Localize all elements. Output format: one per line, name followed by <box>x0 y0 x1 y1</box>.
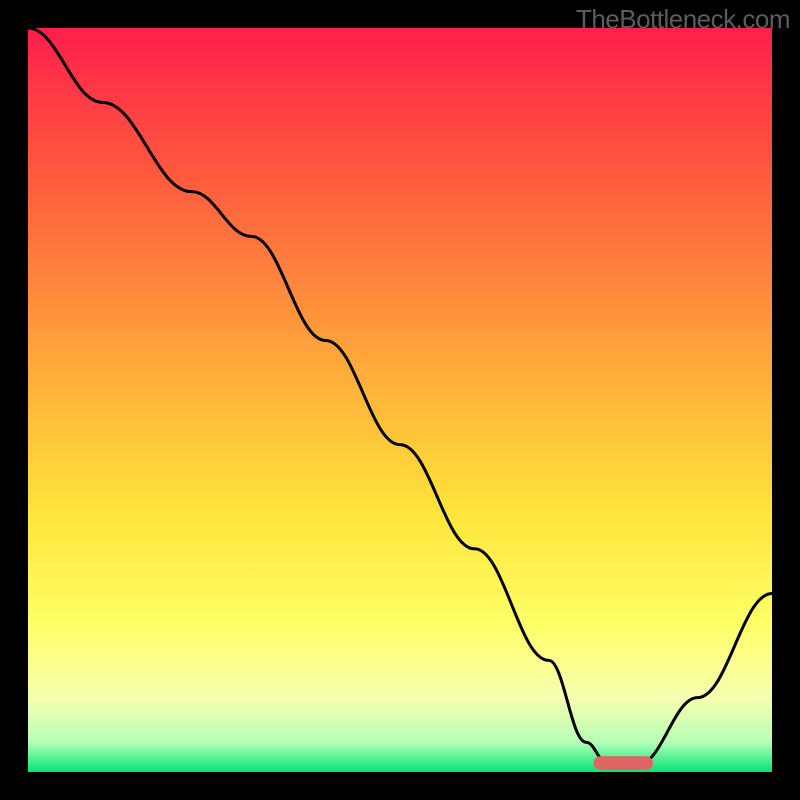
chart-frame: TheBottleneck.com <box>0 0 800 800</box>
plot-svg <box>28 28 772 772</box>
optimal-marker <box>593 756 653 770</box>
watermark-text: TheBottleneck.com <box>576 4 790 35</box>
plot-area <box>28 28 772 772</box>
gradient-background <box>28 28 772 772</box>
